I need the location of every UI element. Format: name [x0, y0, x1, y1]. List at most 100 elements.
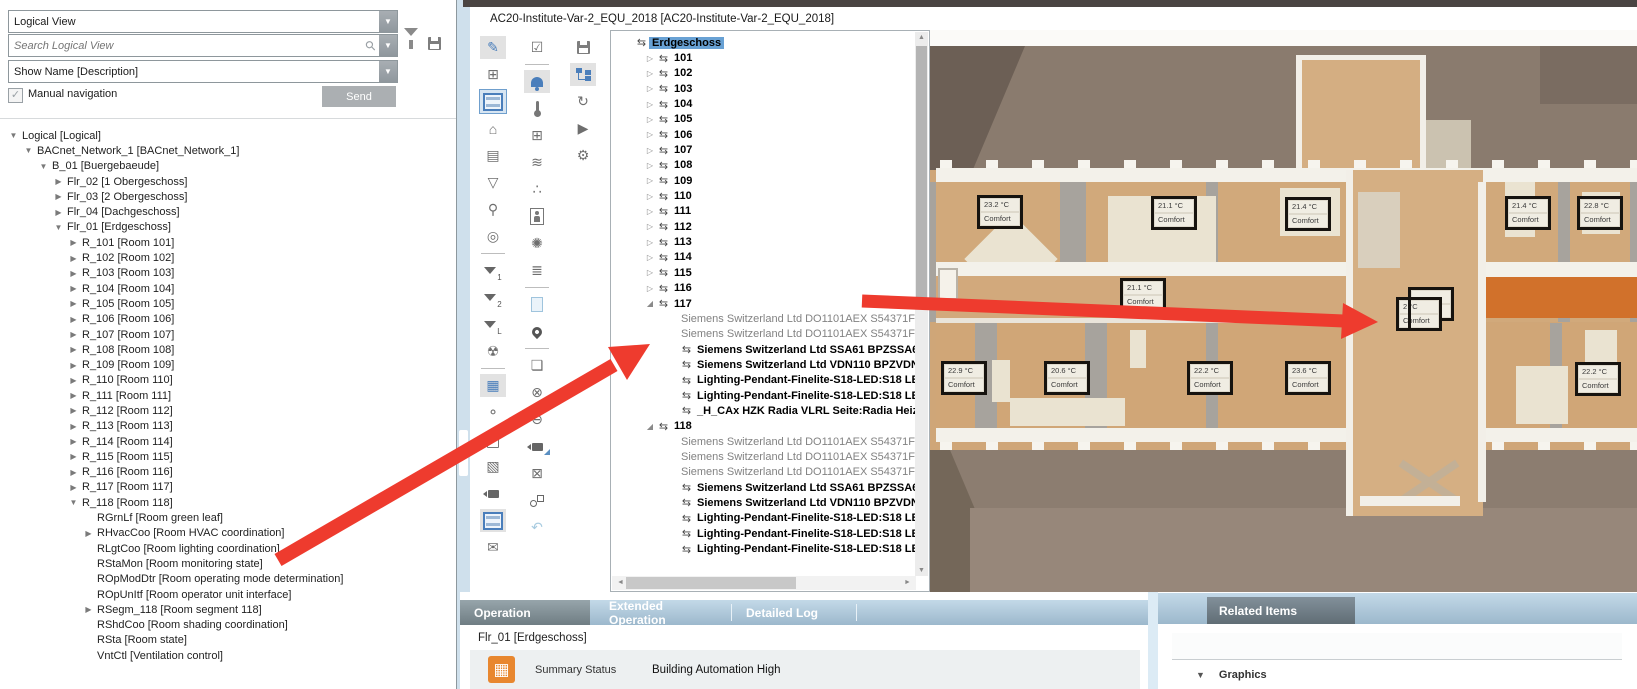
temp-widget[interactable]: 21.4 °CComfort	[1285, 197, 1331, 231]
tab-operation[interactable]: Operation	[460, 600, 590, 625]
video-camera-icon[interactable]	[524, 435, 550, 458]
layer-tree-item[interactable]: Siemens Switzerland Ltd DO1101AEX S54371…	[611, 327, 916, 342]
layer-tree-item[interactable]: ▷⇆108	[611, 158, 916, 173]
tree-item[interactable]: ▶R_102 [Room 102]	[0, 250, 450, 265]
layer-tree-item[interactable]: ⇆Lighting-Pendant-Finelite-S18-LED:S18 L…	[611, 526, 916, 541]
display-mode-selector[interactable]: Show Name [Description] ▼	[8, 60, 398, 83]
tree-item[interactable]: ▶R_116 [Room 116]	[0, 465, 450, 480]
layer-tree-item[interactable]: ⇆_H_CAx HZK Radia VLRL Seite:Radia Heizk…	[611, 403, 916, 418]
layer-tree-item[interactable]: ▷⇆101	[611, 50, 916, 65]
layer-tree-item[interactable]: Siemens Switzerland Ltd DO1101AEX S54371…	[611, 311, 916, 326]
temp-widget[interactable]: 23.6 °CComfort	[1285, 361, 1331, 395]
hazard-icon[interactable]: ☢	[480, 340, 506, 363]
tree-item[interactable]: ▶R_115 [Room 115]	[0, 449, 450, 464]
display-frame-icon[interactable]	[480, 90, 506, 113]
tree-item[interactable]: ▼Logical [Logical]	[0, 128, 450, 143]
lock-icon[interactable]	[480, 428, 506, 451]
layer-tree-item[interactable]: ▷⇆105	[611, 112, 916, 127]
zoom-area-icon[interactable]: ◎	[480, 225, 506, 248]
collapse-icon[interactable]: ▼	[23, 146, 34, 155]
layer-tree-item[interactable]: ⇆Lighting-Pendant-Finelite-S18-LED:S18 L…	[611, 388, 916, 403]
temp-widget[interactable]: 20.6 °CComfort	[1044, 361, 1090, 395]
layer-tree-item[interactable]: Siemens Switzerland Ltd DO1101AEX S54371…	[611, 434, 916, 449]
layer-tree-item[interactable]: ▷⇆103	[611, 81, 916, 96]
view-selector[interactable]: Logical View ▼	[8, 10, 398, 33]
chevron-down-icon[interactable]: ▼	[379, 35, 397, 56]
chevron-down-icon[interactable]: ▼	[379, 61, 397, 82]
temp-widget[interactable]: 21.1 °CComfort	[1120, 278, 1166, 312]
blinds-icon[interactable]: ≣	[524, 259, 550, 282]
layer-tree-item[interactable]: ▷⇆112	[611, 219, 916, 234]
temp-widget[interactable]: 21.4 °CComfort	[1505, 196, 1551, 230]
expand-icon[interactable]: ▶	[68, 254, 79, 263]
vertical-scrollbar[interactable]: ▲ ▼	[915, 32, 928, 576]
layer-tree-item[interactable]: ⇆Lighting-Pendant-Finelite-S18-LED:S18 L…	[611, 373, 916, 388]
undo-icon[interactable]: ↶	[524, 516, 550, 539]
expand-icon[interactable]: ▶	[68, 361, 79, 370]
expand-icon[interactable]: ▷	[644, 268, 656, 277]
expand-icon[interactable]: ▶	[53, 192, 64, 201]
expand-icon[interactable]: ▶	[68, 437, 79, 446]
layer-tree-item[interactable]: ◢⇆117	[611, 296, 916, 311]
save-icon[interactable]	[570, 36, 596, 59]
collapse-icon[interactable]: ▼	[8, 131, 19, 140]
tree-item[interactable]: RShdCoo [Room shading coordination]	[0, 618, 450, 633]
tree-item[interactable]: ▶R_109 [Room 109]	[0, 357, 450, 372]
room-widget-icon[interactable]	[480, 509, 506, 532]
tree-item[interactable]: RGrnLf [Room green leaf]	[0, 510, 450, 525]
layer-tree-item[interactable]: ▷⇆110	[611, 188, 916, 203]
layer-tree-item[interactable]: ▷⇆104	[611, 96, 916, 111]
layer-tree-item[interactable]: ◢⇆118	[611, 419, 916, 434]
expand-icon[interactable]: ▷	[644, 207, 656, 216]
related-items-group-graphics[interactable]: ▼ Graphics	[1196, 669, 1267, 681]
layer-tree-item[interactable]: ⇆Siemens Switzerland Ltd SSA61 BPZSSA61 …	[611, 480, 916, 495]
expand-icon[interactable]: ▷	[644, 84, 656, 93]
tree-item[interactable]: ▶R_114 [Room 114]	[0, 434, 450, 449]
panel-splitter[interactable]	[457, 0, 470, 689]
search-input[interactable]	[9, 39, 366, 53]
report-icon[interactable]: ▤	[480, 144, 506, 167]
filter-2-icon[interactable]: 2	[480, 286, 506, 309]
tab-related-items[interactable]: Related Items	[1207, 597, 1355, 624]
layer-tree-item[interactable]: ⇆Lighting-Pendant-Finelite-S18-LED:S18 L…	[611, 541, 916, 556]
collapse-icon[interactable]: ▼	[68, 498, 79, 507]
expand-icon[interactable]: ▷	[644, 146, 656, 155]
expand-icon[interactable]: ▶	[68, 391, 79, 400]
air-flow-icon[interactable]: ≋	[524, 151, 550, 174]
filter-l-icon[interactable]: L	[480, 313, 506, 336]
temp-widget[interactable]: 2 °CComfort	[1396, 297, 1442, 331]
layer-tree-item[interactable]: ▷⇆115	[611, 265, 916, 280]
expand-icon[interactable]: ▶	[68, 315, 79, 324]
tree-item[interactable]: RLgtCoo [Room lighting coordination]	[0, 541, 450, 556]
tree-item[interactable]: ▶R_105 [Room 105]	[0, 296, 450, 311]
layer-tree-item[interactable]: ▷⇆106	[611, 127, 916, 142]
tree-item[interactable]: RStaMon [Room monitoring state]	[0, 556, 450, 571]
remove-form-icon[interactable]: ⊠	[524, 462, 550, 485]
temp-widget[interactable]: 22.9 °CComfort	[941, 361, 987, 395]
layer-tree-item[interactable]: ⇆Siemens Switzerland Ltd SSA61 BPZSSA61 …	[611, 342, 916, 357]
scrollbar-thumb[interactable]	[626, 577, 796, 589]
filter-1-icon[interactable]: 1	[480, 259, 506, 282]
layer-tree-item[interactable]: ⇆Siemens Switzerland Ltd VDN110 BPZVDN1	[611, 357, 916, 372]
key-icon[interactable]: ⚬	[480, 401, 506, 424]
expand-icon[interactable]: ▶	[68, 238, 79, 247]
building-icon[interactable]: ▦	[480, 374, 506, 397]
settings-icon[interactable]: ⚙	[570, 144, 596, 167]
zoom-disabled-icon[interactable]: ⚲	[480, 198, 506, 221]
expand-icon[interactable]: ▷	[644, 192, 656, 201]
tree-item[interactable]: ▶R_101 [Room 101]	[0, 235, 450, 250]
filter-icon[interactable]	[404, 36, 418, 48]
home-icon[interactable]: ⌂	[480, 117, 506, 140]
scroll-up-icon[interactable]: ▲	[915, 34, 928, 41]
scroll-down-icon[interactable]: ▼	[915, 567, 928, 574]
expand-icon[interactable]: ▷	[644, 238, 656, 247]
location-pin-icon[interactable]	[524, 320, 550, 343]
block-icon[interactable]: ⊖	[524, 408, 550, 431]
expand-icon[interactable]: ▷	[644, 100, 656, 109]
send-button[interactable]: Send	[322, 86, 396, 107]
node-graph-icon[interactable]	[524, 489, 550, 512]
expand-icon[interactable]: ▶	[68, 299, 79, 308]
layer-tree-item[interactable]: ▷⇆116	[611, 281, 916, 296]
tree-item[interactable]: VntCtl [Ventilation control]	[0, 648, 450, 663]
layer-tree-item[interactable]: ▷⇆107	[611, 142, 916, 157]
